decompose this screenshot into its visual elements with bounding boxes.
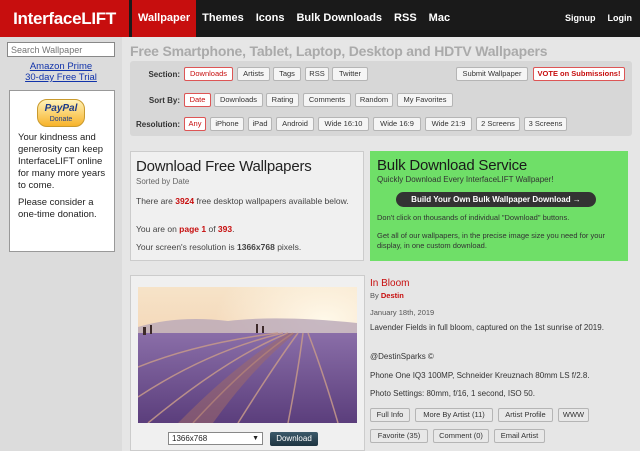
download-info-box: Download Free Wallpapers Sorted by Date … bbox=[130, 151, 364, 261]
wallpaper-count: 3924 bbox=[175, 196, 195, 206]
nav-rss[interactable]: RSS bbox=[388, 0, 423, 37]
section-label: Section: bbox=[148, 70, 180, 79]
wallpaper-camera: Phone One IQ3 100MP, Schneider Kreuznach… bbox=[370, 371, 590, 380]
site-logo[interactable]: InterfaceLIFT bbox=[0, 0, 129, 37]
paypal-donate-button[interactable]: PayPal Donate bbox=[37, 99, 85, 127]
sort-downloads[interactable]: Downloads bbox=[214, 93, 263, 107]
sortby-label: Sort By: bbox=[148, 96, 180, 105]
bulk-text-2: Get all of our wallpapers, in the precis… bbox=[377, 231, 606, 250]
section-twitter[interactable]: Twitter bbox=[332, 67, 368, 81]
account-nav: Signup Login bbox=[559, 0, 638, 37]
download-button[interactable]: Download bbox=[270, 432, 318, 446]
res-android[interactable]: Android bbox=[276, 117, 314, 131]
wallpaper-thumbnail[interactable] bbox=[138, 287, 357, 423]
sort-date[interactable]: Date bbox=[184, 93, 211, 107]
wallpaper-byline: By Destin bbox=[370, 291, 404, 300]
bulk-download-box: Bulk Download Service Quickly Download E… bbox=[370, 151, 628, 261]
res-wide-16-10[interactable]: Wide 16:10 bbox=[318, 117, 369, 131]
vote-submissions-button[interactable]: VOTE on Submissions! bbox=[533, 67, 625, 81]
search-input[interactable] bbox=[7, 42, 115, 57]
sort-rating[interactable]: Rating bbox=[266, 93, 299, 107]
submit-wallpaper-button[interactable]: Submit Wallpaper bbox=[456, 67, 528, 81]
www-button[interactable]: WWW bbox=[558, 408, 589, 422]
bulk-text-1: Don't click on thousands of individual "… bbox=[377, 213, 570, 222]
wallpaper-title[interactable]: In Bloom bbox=[370, 278, 409, 289]
res-2-screens[interactable]: 2 Screens bbox=[476, 117, 520, 131]
donation-request: Please consider a one-time donation. bbox=[18, 197, 97, 220]
res-3-screens[interactable]: 3 Screens bbox=[524, 117, 567, 131]
screen-resolution-text: Your screen's resolution is 1366x768 pix… bbox=[136, 242, 302, 252]
amazon-line-2[interactable]: 30-day Free Trial bbox=[0, 72, 122, 83]
sort-my-favorites[interactable]: My Favorites bbox=[397, 93, 453, 107]
section-rss[interactable]: RSS bbox=[305, 67, 329, 81]
more-by-artist-button[interactable]: More By Artist (11) bbox=[415, 408, 493, 422]
sort-comments[interactable]: Comments bbox=[303, 93, 351, 107]
nav-bulk-downloads[interactable]: Bulk Downloads bbox=[290, 0, 388, 37]
filter-panel: Section: Downloads Artists Tags RSS Twit… bbox=[130, 61, 632, 136]
download-title: Download Free Wallpapers bbox=[136, 158, 312, 175]
donation-text: Your kindness and generosity can keep In… bbox=[18, 132, 106, 191]
wallpaper-settings: Photo Settings: 80mm, f/16, 1 second, IS… bbox=[370, 389, 535, 398]
amazon-prime-link[interactable]: Amazon Prime 30-day Free Trial bbox=[0, 61, 122, 83]
nav-icons[interactable]: Icons bbox=[250, 0, 291, 37]
nav-themes[interactable]: Themes bbox=[196, 0, 250, 37]
lavender-field-image bbox=[138, 287, 357, 423]
screen-resolution: 1366x768 bbox=[237, 242, 275, 252]
login-link[interactable]: Login bbox=[602, 0, 639, 37]
comment-button[interactable]: Comment (0) bbox=[433, 429, 489, 443]
dropdown-arrow-icon: ▼ bbox=[252, 435, 259, 442]
bulk-title: Bulk Download Service bbox=[377, 157, 528, 174]
wallpaper-count-text: There are 3924 free desktop wallpapers a… bbox=[136, 196, 349, 206]
res-iphone[interactable]: iPhone bbox=[210, 117, 244, 131]
total-pages-link[interactable]: 393 bbox=[218, 224, 232, 234]
download-subtitle: Sorted by Date bbox=[136, 177, 190, 186]
nav-wallpaper[interactable]: Wallpaper bbox=[132, 0, 197, 37]
paypal-donate-label: Donate bbox=[49, 116, 73, 123]
wallpaper-description: Lavender Fields in full bloom, captured … bbox=[370, 323, 604, 332]
bulk-subtitle: Quickly Download Every InterfaceLIFT Wal… bbox=[377, 175, 554, 184]
section-tags[interactable]: Tags bbox=[273, 67, 301, 81]
author-link[interactable]: Destin bbox=[381, 291, 404, 300]
page-headline: Free Smartphone, Tablet, Laptop, Desktop… bbox=[130, 43, 548, 59]
resolution-label: Resolution: bbox=[136, 120, 180, 129]
top-navigation-bar: InterfaceLIFT Wallpaper Themes Icons Bul… bbox=[0, 0, 640, 37]
nav-mac[interactable]: Mac bbox=[423, 0, 456, 37]
resolution-select[interactable]: 1366x768 ▼ bbox=[168, 432, 263, 445]
res-ipad[interactable]: iPad bbox=[248, 117, 272, 131]
sort-random[interactable]: Random bbox=[355, 93, 393, 107]
current-page-link[interactable]: page 1 bbox=[179, 224, 206, 234]
resolution-select-value: 1366x768 bbox=[172, 434, 208, 443]
page-position-text: You are on page 1 of 393. bbox=[136, 224, 235, 234]
res-wide-16-9[interactable]: Wide 16:9 bbox=[373, 117, 421, 131]
donation-box: PayPal Donate Your kindness and generosi… bbox=[9, 90, 115, 252]
full-info-button[interactable]: Full Info bbox=[370, 408, 410, 422]
section-artists[interactable]: Artists bbox=[237, 67, 270, 81]
favorite-button[interactable]: Favorite (35) bbox=[370, 429, 428, 443]
section-downloads[interactable]: Downloads bbox=[184, 67, 233, 81]
amazon-line-1[interactable]: Amazon Prime bbox=[0, 61, 122, 72]
wallpaper-credit: @DestinSparks © bbox=[370, 352, 434, 361]
signup-link[interactable]: Signup bbox=[559, 0, 602, 37]
res-any[interactable]: Any bbox=[184, 117, 206, 131]
wallpaper-card: 1366x768 ▼ Download bbox=[130, 275, 365, 451]
wallpaper-details: In Bloom By Destin January 18th, 2019 La… bbox=[370, 275, 635, 451]
paypal-logo: PayPal bbox=[44, 103, 78, 114]
email-artist-button[interactable]: Email Artist bbox=[494, 429, 545, 443]
res-wide-21-9[interactable]: Wide 21:9 bbox=[425, 117, 472, 131]
main-nav: Wallpaper Themes Icons Bulk Downloads RS… bbox=[132, 0, 456, 37]
wallpaper-date: January 18th, 2019 bbox=[370, 308, 435, 317]
build-bulk-download-button[interactable]: Build Your Own Bulk Wallpaper Download → bbox=[396, 192, 596, 207]
artist-profile-button[interactable]: Artist Profile bbox=[498, 408, 553, 422]
